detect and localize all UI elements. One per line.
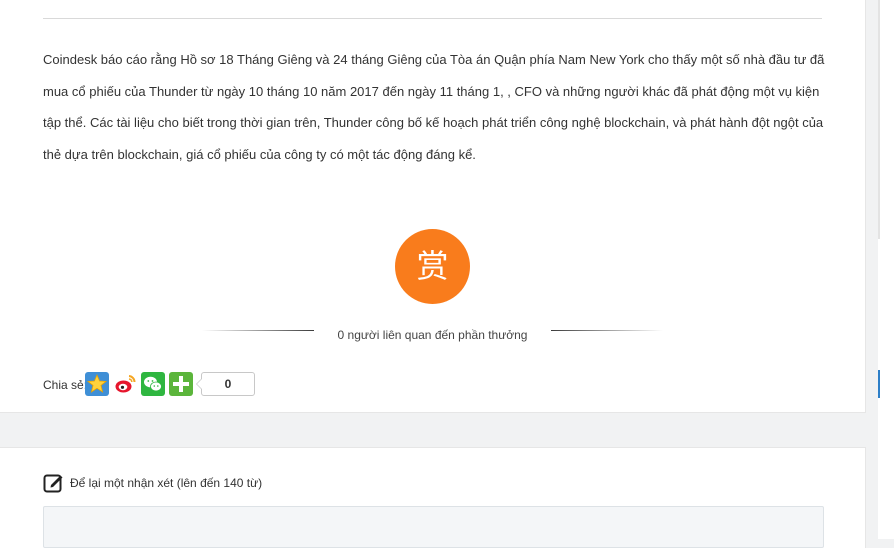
reward-divider-left xyxy=(202,330,314,331)
reward-divider-right xyxy=(551,330,663,331)
sidebar-edge-line xyxy=(878,0,880,239)
article-body: Coindesk báo cáo rằng Hồ sơ 18 Tháng Giê… xyxy=(43,52,825,162)
qzone-star-icon[interactable] xyxy=(85,372,109,396)
share-icons: 0 xyxy=(85,372,255,396)
reward-button[interactable]: 赏 xyxy=(395,229,470,304)
share-row: Chia sẻ: 0 xyxy=(43,372,255,398)
sidebar-edge-accent xyxy=(878,370,880,398)
reward-count-text: 0 người liên quan đến phần thưởng xyxy=(337,328,528,342)
comment-input[interactable] xyxy=(43,506,824,548)
edit-icon xyxy=(43,472,65,494)
divider xyxy=(43,18,822,19)
more-plus-icon[interactable] xyxy=(169,372,193,396)
comment-heading: Để lại một nhận xét (lên đến 140 từ) xyxy=(43,472,262,494)
article-card: Coindesk báo cáo rằng Hồ sơ 18 Tháng Giê… xyxy=(0,0,866,413)
share-count[interactable]: 0 xyxy=(196,372,255,396)
comment-heading-text: Để lại một nhận xét (lên đến 140 từ) xyxy=(70,476,263,490)
weibo-icon[interactable] xyxy=(113,372,137,396)
share-label: Chia sẻ: xyxy=(43,378,85,392)
wechat-icon[interactable] xyxy=(141,372,165,396)
right-sidebar-edge xyxy=(878,0,894,539)
